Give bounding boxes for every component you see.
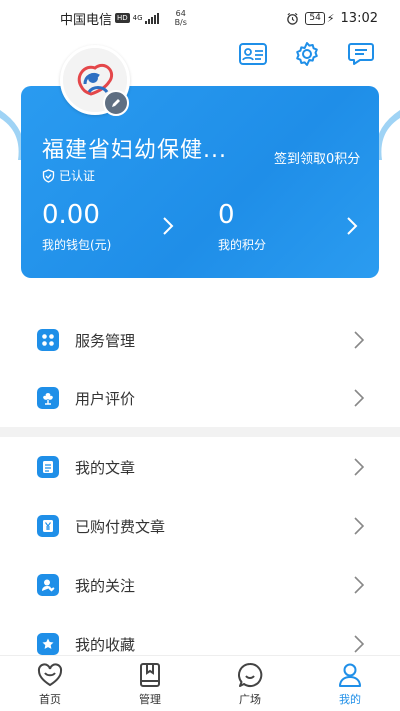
star-folder-icon (37, 633, 59, 655)
status-right: 54 ⚡ 13:02 (286, 11, 378, 26)
menu-label: 服务管理 (75, 331, 136, 350)
chevron-right-icon (354, 517, 364, 535)
chat-bubble-icon (237, 662, 263, 687)
menu-item-my-articles[interactable]: 我的文章 (0, 438, 400, 496)
section-divider (0, 427, 400, 437)
chevron-right-icon (354, 458, 364, 476)
menu-item-service-management[interactable]: 服务管理 (0, 311, 400, 369)
menu-label: 我的收藏 (75, 635, 136, 654)
speed-value: 64 (175, 9, 186, 18)
verified-label: 已认证 (59, 169, 96, 183)
bookmark-book-icon (140, 663, 160, 687)
points-chevron-icon (347, 217, 358, 235)
grid-apps-icon (37, 329, 59, 351)
signal-icon (144, 12, 159, 24)
contact-card-icon[interactable] (238, 40, 268, 68)
network-speed: 64 B/s (175, 9, 187, 27)
status-bar: 中国电信 HD 4G 64 B/s 54 ⚡ 13:02 (0, 0, 400, 36)
clock: 13:02 (340, 10, 378, 26)
menu-label: 用户评价 (75, 389, 136, 408)
tab-manage[interactable]: 管理 (100, 656, 200, 711)
shield-check-icon (42, 168, 55, 183)
tab-home[interactable]: 首页 (0, 656, 100, 711)
hd-badge: HD (115, 13, 130, 23)
verified-badge: 已认证 (42, 167, 95, 184)
network-type: 4G (132, 14, 143, 22)
edit-avatar-button[interactable] (103, 90, 129, 116)
chevron-right-icon (354, 635, 364, 653)
tab-square[interactable]: 广场 (200, 656, 300, 711)
charging-icon: ⚡ (326, 11, 335, 25)
tab-mine[interactable]: 我的 (300, 656, 400, 711)
chevron-right-icon (354, 389, 364, 407)
org-name[interactable]: 福建省妇幼保健... (42, 132, 227, 164)
alarm-icon (287, 12, 299, 25)
points-label[interactable]: 我的积分 (218, 236, 266, 253)
header-actions (238, 40, 376, 68)
user-heart-icon (37, 574, 59, 596)
carrier-name: 中国电信 (60, 12, 113, 28)
chevron-right-icon (354, 331, 364, 349)
wallet-value[interactable]: 0.00 (42, 200, 100, 230)
menu-label: 我的文章 (75, 458, 136, 477)
wallet-label[interactable]: 我的钱包(元) (42, 236, 111, 253)
menu-item-following[interactable]: 我的关注 (0, 556, 400, 614)
chevron-right-icon (354, 576, 364, 594)
gear-icon[interactable] (292, 40, 322, 68)
heart-smile-icon (37, 663, 63, 687)
battery-level: 54 (305, 11, 325, 25)
document-icon (37, 456, 59, 478)
checkin-button[interactable]: 签到领取0积分 (274, 148, 360, 167)
bottom-tab-bar: 首页 管理 广场 我的 (0, 655, 400, 711)
points-value[interactable]: 0 (218, 200, 235, 230)
tab-label: 管理 (139, 693, 161, 706)
wallet-chevron-icon (163, 217, 174, 235)
tab-label: 广场 (239, 693, 261, 706)
menu-item-user-reviews[interactable]: 用户评价 (0, 369, 400, 427)
menu-label: 我的关注 (75, 576, 136, 595)
pencil-icon (112, 99, 120, 107)
menu-item-paid-articles[interactable]: 已购付费文章 (0, 497, 400, 555)
flower-badge-icon (37, 387, 59, 409)
speed-unit: B/s (174, 18, 187, 27)
tab-label: 首页 (39, 693, 61, 706)
message-icon[interactable] (346, 40, 376, 68)
menu-label: 已购付费文章 (75, 517, 166, 536)
tab-label: 我的 (339, 693, 361, 706)
person-icon (339, 663, 361, 687)
yen-document-icon (37, 515, 59, 537)
